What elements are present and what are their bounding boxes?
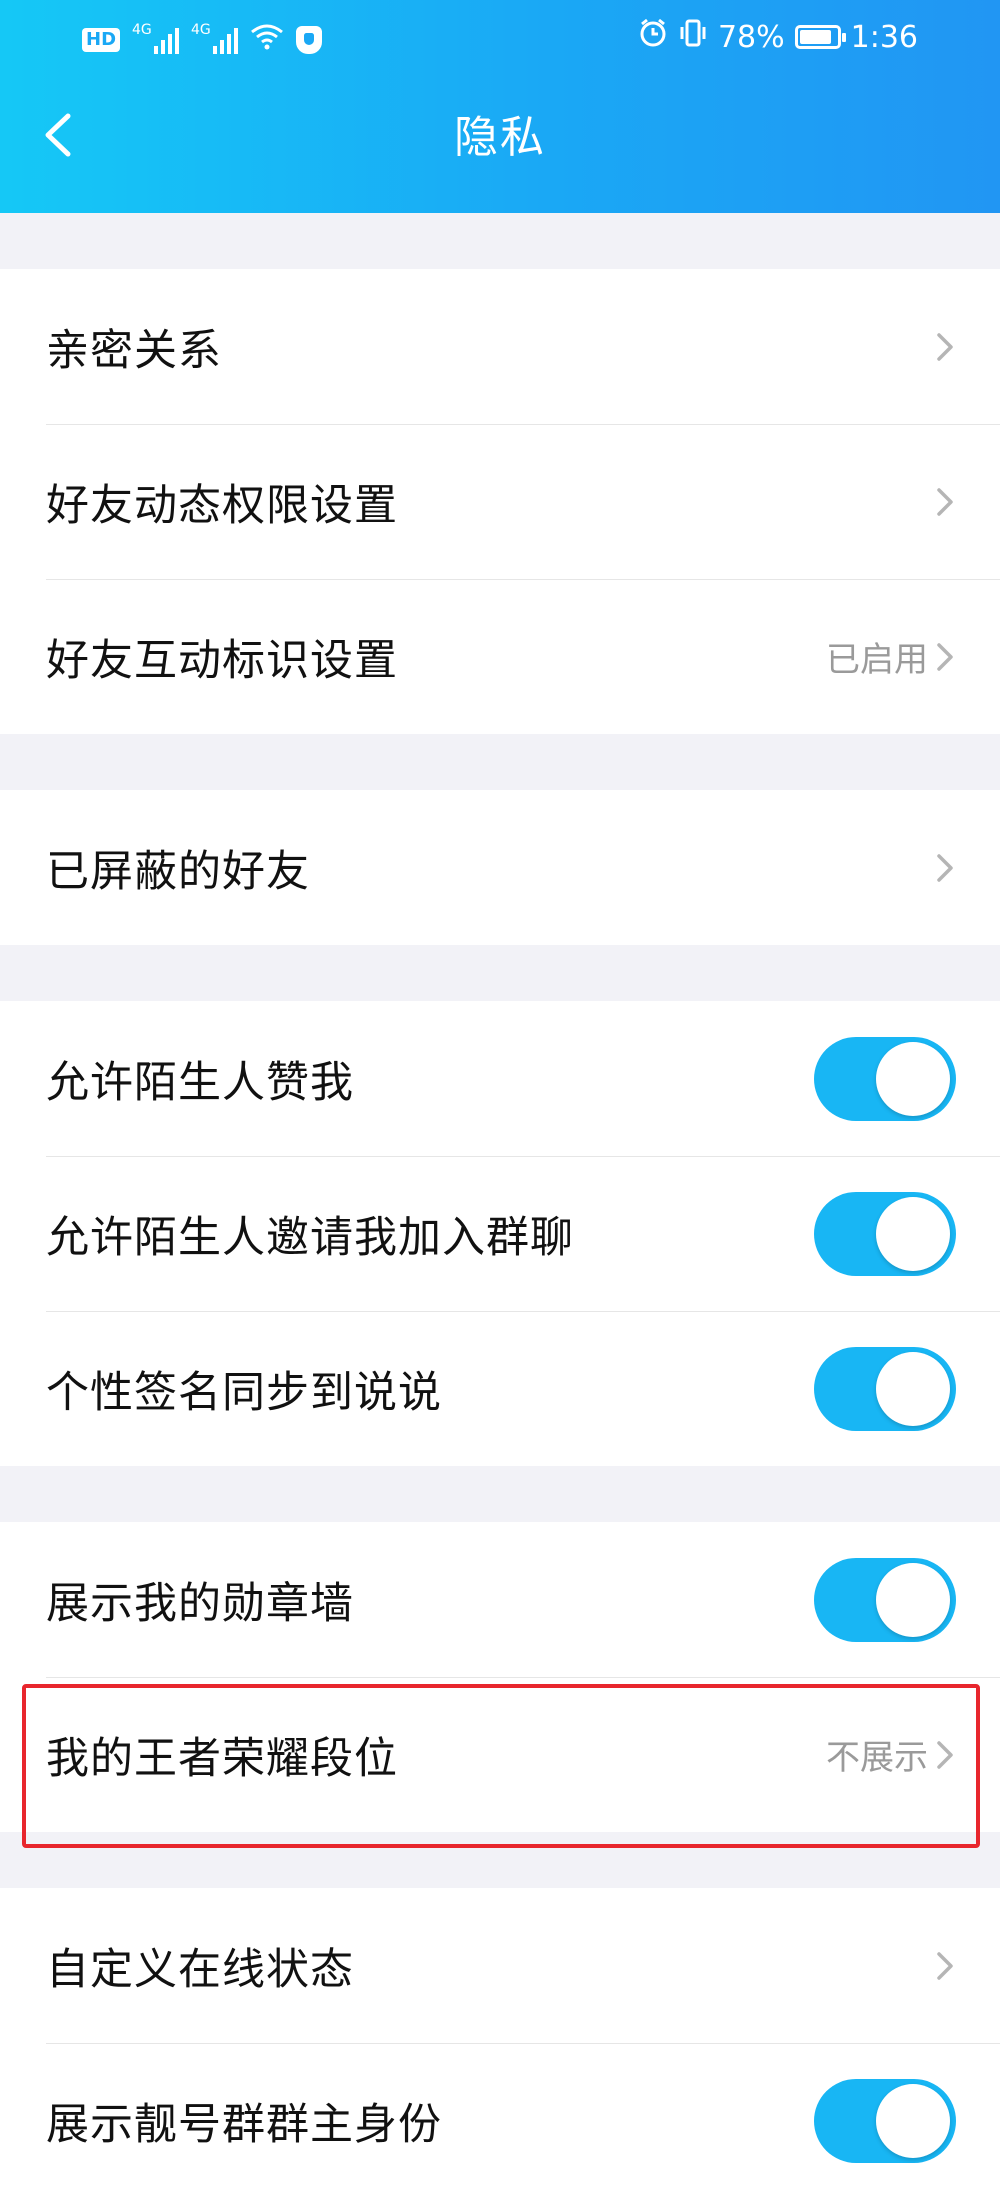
chevron-right-icon (937, 642, 953, 671)
item-label: 我的王者荣耀段位 (46, 1733, 398, 1784)
status-bar: HD 4G 4G 78% 1:36 (0, 10, 1000, 70)
item-label: 允许陌生人赞我 (46, 1057, 354, 1108)
settings-list: 亲密关系 好友动态权限设置 好友互动标识设置 已启用 已屏蔽的好友 允许陌生人赞… (0, 213, 1000, 2198)
chevron-right-icon (937, 332, 953, 361)
item-label: 个性签名同步到说说 (46, 1367, 442, 1418)
friend-feed-permission-item[interactable]: 好友动态权限设置 (0, 424, 1000, 579)
settings-group-1: 亲密关系 好友动态权限设置 好友互动标识设置 已启用 (0, 269, 1000, 734)
show-medal-wall-toggle[interactable] (814, 1557, 956, 1642)
chevron-right-icon (937, 1951, 953, 1980)
item-label: 自定义在线状态 (46, 1944, 354, 1995)
alarm-icon (638, 18, 668, 56)
toggle-knob (876, 1351, 950, 1426)
chevron-right-icon (937, 1740, 953, 1769)
honor-of-kings-rank-item[interactable]: 我的王者荣耀段位 不展示 (0, 1677, 1000, 1832)
signal-icon-2: 4G (191, 22, 239, 54)
vibrate-icon (678, 18, 708, 56)
toggle-knob (876, 2083, 950, 2158)
custom-online-status-item[interactable]: 自定义在线状态 (0, 1888, 1000, 2043)
show-medal-wall-item: 展示我的勋章墙 (0, 1522, 1000, 1677)
item-label: 展示我的勋章墙 (46, 1578, 354, 1629)
intimate-relationship-item[interactable]: 亲密关系 (0, 269, 1000, 424)
app-header: HD 4G 4G 78% 1:36 隐私 (0, 0, 1000, 213)
friend-interaction-mark-item[interactable]: 好友互动标识设置 已启用 (0, 579, 1000, 734)
allow-stranger-like-item: 允许陌生人赞我 (0, 1001, 1000, 1156)
chevron-right-icon (937, 853, 953, 882)
item-value: 不展示 (826, 1738, 928, 1778)
toggle-knob (876, 1562, 950, 1637)
signature-sync-toggle[interactable] (814, 1346, 956, 1431)
settings-group-4: 展示我的勋章墙 我的王者荣耀段位 不展示 (0, 1522, 1000, 1832)
toggle-knob (876, 1041, 950, 1116)
allow-stranger-invite-toggle[interactable] (814, 1191, 956, 1276)
item-label: 好友互动标识设置 (46, 635, 398, 686)
clock: 1:36 (850, 19, 918, 55)
allow-stranger-invite-item: 允许陌生人邀请我加入群聊 (0, 1156, 1000, 1311)
battery-icon (794, 25, 846, 49)
item-value: 已启用 (826, 640, 928, 680)
wifi-icon (250, 22, 284, 57)
show-pretty-number-group-owner-toggle[interactable] (814, 2078, 956, 2163)
toggle-knob (876, 1196, 950, 1271)
page-title: 隐私 (454, 112, 546, 163)
battery-percent: 78% (717, 19, 785, 55)
settings-group-3: 允许陌生人赞我 允许陌生人邀请我加入群聊 个性签名同步到说说 (0, 1001, 1000, 1466)
settings-group-5: 自定义在线状态 展示靓号群群主身份 (0, 1888, 1000, 2198)
hd-icon: HD (82, 27, 121, 52)
signal-icon: 4G (132, 22, 180, 54)
show-pretty-number-group-owner-item: 展示靓号群群主身份 (0, 2043, 1000, 2198)
item-label: 好友动态权限设置 (46, 480, 398, 531)
settings-group-2: 已屏蔽的好友 (0, 790, 1000, 945)
item-label: 展示靓号群群主身份 (46, 2099, 442, 2150)
blocked-friends-item[interactable]: 已屏蔽的好友 (0, 790, 1000, 945)
chevron-right-icon (937, 487, 953, 516)
signature-sync-item: 个性签名同步到说说 (0, 1311, 1000, 1466)
item-label: 允许陌生人邀请我加入群聊 (46, 1212, 574, 1263)
item-label: 已屏蔽的好友 (46, 846, 310, 897)
security-shield-icon (296, 25, 323, 54)
allow-stranger-like-toggle[interactable] (814, 1036, 956, 1121)
item-label: 亲密关系 (46, 325, 222, 376)
